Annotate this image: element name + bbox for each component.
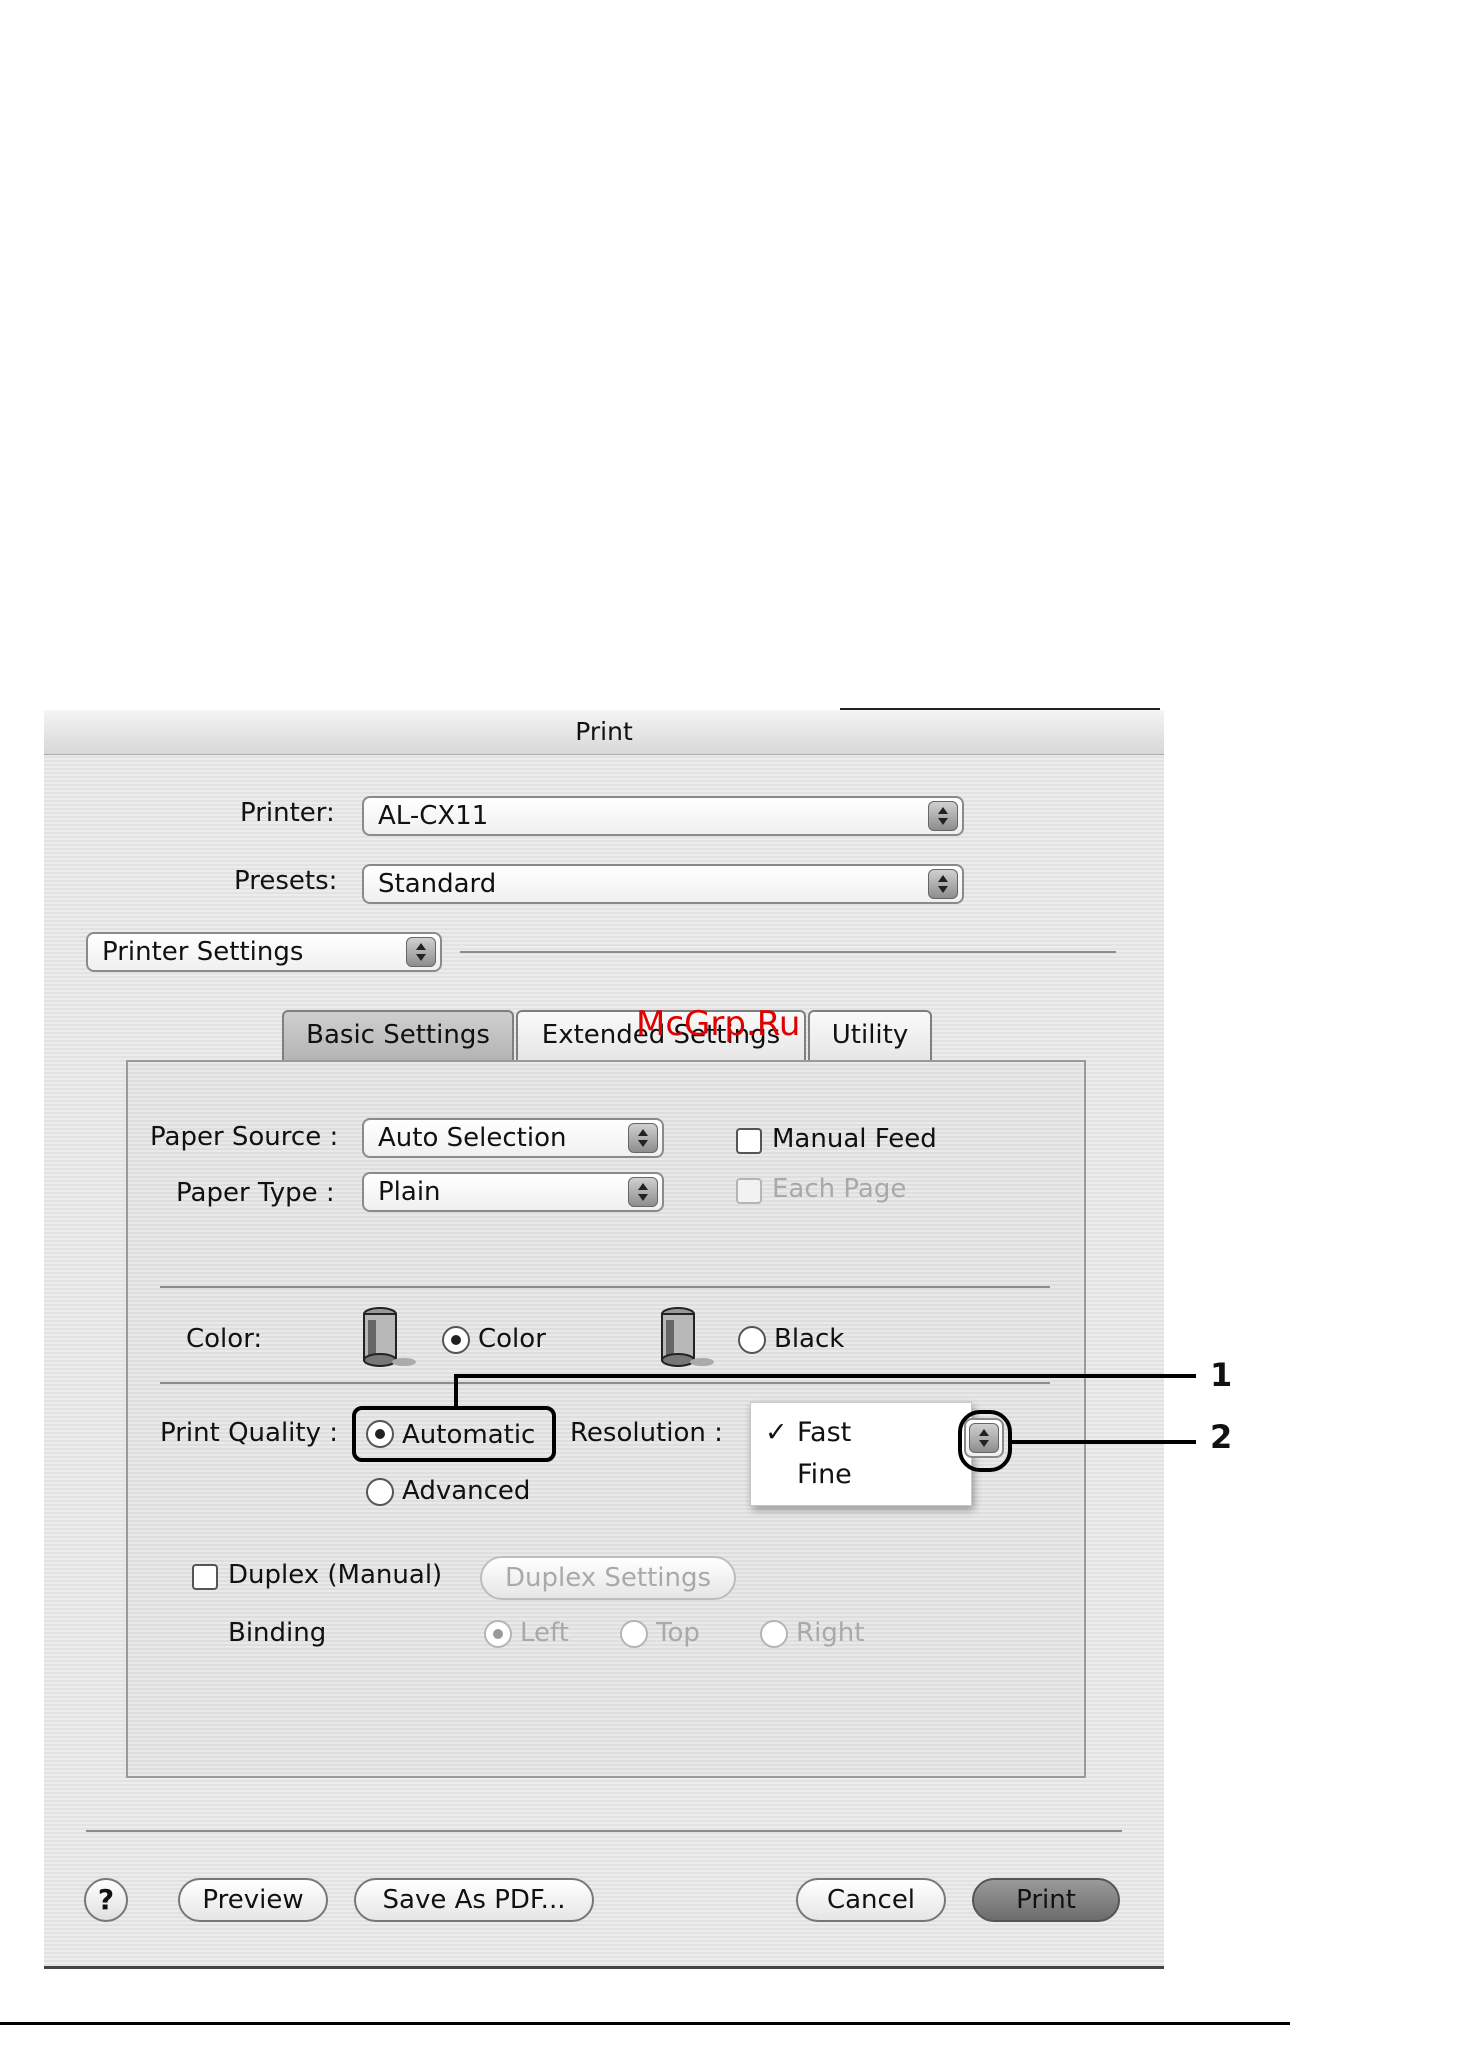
help-button[interactable]: ? <box>84 1878 128 1922</box>
window-title: Print <box>44 710 1164 755</box>
advanced-label: Advanced <box>402 1476 531 1506</box>
panel-selector-divider <box>460 951 1116 953</box>
automatic-radio[interactable] <box>366 1420 394 1448</box>
resolution-option-fast[interactable]: Fast <box>751 1417 971 1448</box>
paper-type-value: Plain <box>378 1177 441 1207</box>
panel-selector-popup[interactable]: Printer Settings <box>86 932 442 972</box>
popup-arrows-icon <box>406 937 436 967</box>
watermark-text: McGrp.Ru <box>636 1004 801 1044</box>
binding-label: Binding <box>228 1618 327 1648</box>
resolution-label: Resolution : <box>570 1418 723 1448</box>
color-toner-icon <box>358 1304 418 1372</box>
presets-popup[interactable]: Standard <box>362 864 964 904</box>
black-radio[interactable] <box>738 1326 766 1354</box>
printer-label: Printer: <box>240 798 335 828</box>
binding-left-label: Left <box>520 1618 569 1648</box>
preview-button[interactable]: Preview <box>178 1878 328 1922</box>
duplex-checkbox[interactable] <box>192 1564 218 1590</box>
advanced-radio[interactable] <box>366 1478 394 1506</box>
print-quality-label: Print Quality : <box>160 1418 339 1448</box>
page-bottom-rule <box>0 2022 1290 2025</box>
paper-source-label: Paper Source : <box>150 1122 339 1152</box>
popup-arrows-icon <box>928 801 958 831</box>
binding-left-radio[interactable] <box>484 1620 512 1648</box>
duplex-label: Duplex (Manual) <box>228 1560 443 1590</box>
callout-1-number: 1 <box>1210 1356 1233 1394</box>
automatic-label: Automatic <box>402 1420 536 1450</box>
binding-top-radio[interactable] <box>620 1620 648 1648</box>
callout-1-leader <box>454 1374 1196 1378</box>
resolution-menu[interactable]: ✓ Fast Fine <box>750 1402 972 1506</box>
tab-basic-settings[interactable]: Basic Settings <box>282 1010 514 1060</box>
popup-arrows-icon <box>628 1177 658 1207</box>
binding-right-radio[interactable] <box>760 1620 788 1648</box>
each-page-label: Each Page <box>772 1174 907 1204</box>
presets-label: Presets: <box>234 866 338 896</box>
duplex-settings-button[interactable]: Duplex Settings <box>480 1556 736 1600</box>
print-button[interactable]: Print <box>972 1878 1120 1922</box>
presets-value: Standard <box>378 869 497 899</box>
paper-source-popup[interactable]: Auto Selection <box>362 1118 664 1158</box>
paper-source-value: Auto Selection <box>378 1123 567 1153</box>
callout-2-circle <box>958 1410 1012 1472</box>
panel-selector-value: Printer Settings <box>102 937 304 967</box>
printer-value: AL-CX11 <box>378 801 489 831</box>
bottom-divider <box>86 1830 1122 1832</box>
black-toner-icon <box>656 1304 716 1372</box>
printer-popup[interactable]: AL-CX11 <box>362 796 964 836</box>
resolution-option-fine[interactable]: Fine <box>751 1459 971 1490</box>
paper-type-popup[interactable]: Plain <box>362 1172 664 1212</box>
color-radio[interactable] <box>442 1326 470 1354</box>
popup-arrows-icon <box>628 1123 658 1153</box>
paper-type-label: Paper Type : <box>176 1178 335 1208</box>
manual-feed-checkbox[interactable] <box>736 1128 762 1154</box>
manual-feed-label: Manual Feed <box>772 1124 937 1154</box>
tab-utility[interactable]: Utility <box>808 1010 932 1060</box>
callout-1-leader <box>454 1374 458 1408</box>
binding-right-label: Right <box>796 1618 865 1648</box>
color-label: Color: <box>186 1324 263 1354</box>
callout-2-number: 2 <box>1210 1418 1233 1456</box>
popup-arrows-icon <box>928 869 958 899</box>
section-divider <box>160 1286 1050 1288</box>
color-option-label: Color <box>478 1324 546 1354</box>
callout-2-leader <box>1012 1440 1196 1444</box>
section-divider <box>160 1382 1050 1384</box>
each-page-checkbox[interactable] <box>736 1178 762 1204</box>
black-option-label: Black <box>774 1324 845 1354</box>
save-as-pdf-button[interactable]: Save As PDF... <box>354 1878 594 1922</box>
binding-top-label: Top <box>656 1618 700 1648</box>
cancel-button[interactable]: Cancel <box>796 1878 946 1922</box>
